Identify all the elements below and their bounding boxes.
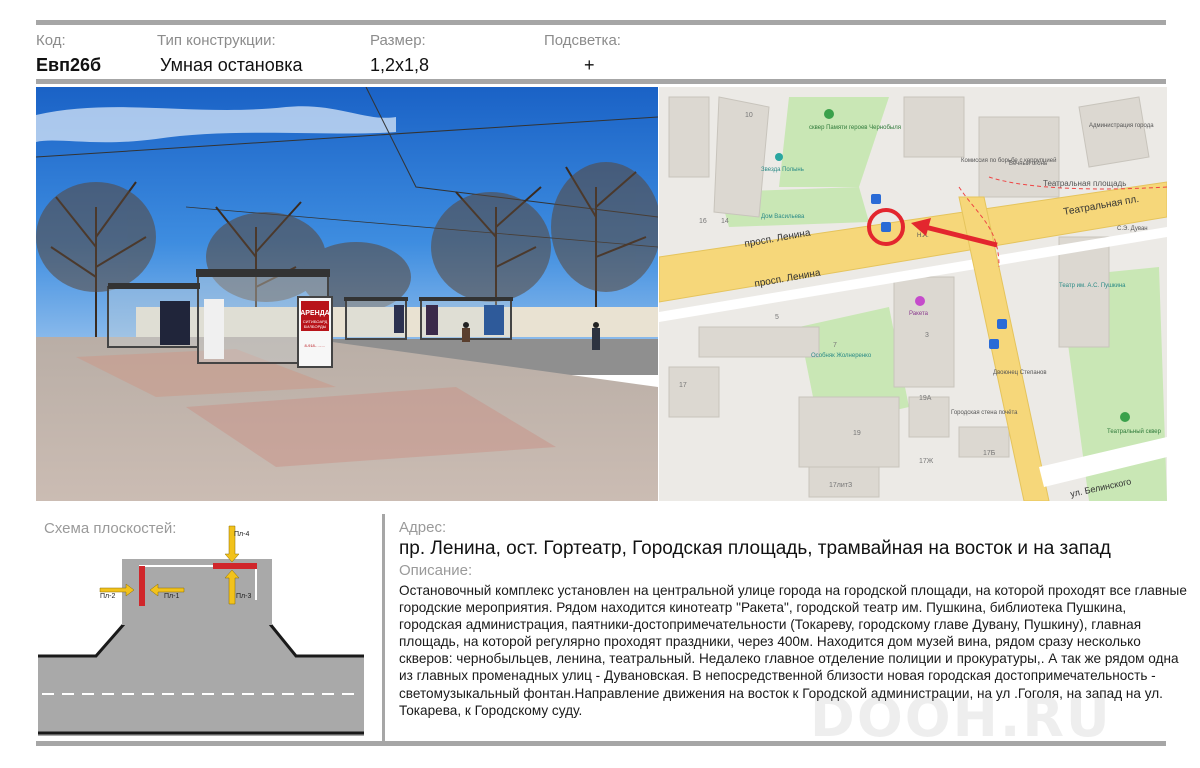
building-19: 19 [853,430,861,437]
scheme-title: Схема плоскостей: [44,520,177,537]
theatre-square-icon [1120,412,1130,422]
banner-line2: БИЛБОРДЫ [304,324,327,329]
building-10: 10 [745,112,753,119]
plane-1-label: Пл-1 [164,593,179,600]
building-14: 14 [721,218,729,225]
address-text: пр. Ленина, ост. Гортеатр, Городская пло… [399,538,1111,559]
poi-theatre: Театр им. А.С. Пушкина [1059,283,1126,289]
location-map[interactable]: просп. Ленина просп. Ленина Театральная … [659,87,1167,501]
poi-stepanov: Двоюнец Степанов [993,370,1047,376]
building-7: 7 [833,342,837,349]
map-canvas: просп. Ленина просп. Ленина Театральная … [659,87,1167,501]
type-label: Тип конструкции: [157,32,276,49]
poi-raketa: Ракета [909,311,929,317]
building-17lit: 17литЗ [829,482,852,489]
light-value: + [584,55,595,75]
poi-wall: Городская стена почёта [951,410,1018,416]
plane-4-panel [213,563,257,569]
bus-stop-photo-illustration: АРЕНДА СИТИБОАРД БИЛБОРДЫ 8-918-…-… [36,87,658,501]
description-label: Описание: [399,562,473,579]
poi-vasilyev: Дом Васильева [761,214,805,220]
poi-eternal-fire: Вечный огонь [1009,160,1047,167]
address-label: Адрес: [399,519,447,536]
type-value: Умная остановка [160,55,303,75]
building-17: 17 [679,382,687,389]
area-teatralnaya: Театральная площадь [1043,179,1126,188]
header-rule [36,79,1166,84]
building-17b: 17Б [983,450,996,457]
plane-4-label: Пл-4 [234,531,249,538]
bottom-rule [36,741,1166,746]
planes-scheme: Пл-4 Пл-2 Пл-1 Пл-3 [36,518,366,740]
light-label: Подсветка: [544,32,621,49]
vertical-divider [382,514,385,742]
cinema-icon [915,296,925,306]
target-stop-icon [881,222,891,232]
banner-title: АРЕНДА [300,310,330,317]
poi-na: Н.А. [917,233,929,239]
poi-theatre-sq: Театральный сквер [1107,428,1162,435]
poi-dubanu: С.Э. Дуван [1117,226,1148,232]
poi-skver: сквер Памяти героев Чернобыля [809,125,901,131]
plane-2-label: Пл-2 [100,593,115,600]
building-5: 5 [775,314,779,321]
planes-diagram: Пл-4 Пл-2 Пл-1 Пл-3 [38,525,364,736]
code-label: Код: [36,32,66,49]
plane-2-panel [139,566,145,606]
building-16: 16 [699,218,707,225]
watermark-logo: DOOH.RU [810,686,1112,749]
building-19a: 19А [919,395,932,402]
size-value: 1,2х1,8 [370,55,430,75]
building-3: 3 [925,332,929,339]
museum-icon [775,153,783,161]
location-photo: АРЕНДА СИТИБОАРД БИЛБОРДЫ 8-918-…-… [36,87,658,501]
building-17zh: 17Ж [919,458,934,465]
poi-admin: Администрация города [1089,123,1154,129]
code-value: Евп26б [36,55,102,75]
size-label: Размер: [370,32,426,49]
poi-star: Звезда Полынь [761,167,804,173]
park-icon [824,109,834,119]
banner-phone: 8-918-…-… [305,343,326,348]
top-rule [36,20,1166,25]
plane-3-label: Пл-3 [236,593,251,600]
poi-osobnyak: Особняк Жолнеренко [811,353,872,359]
